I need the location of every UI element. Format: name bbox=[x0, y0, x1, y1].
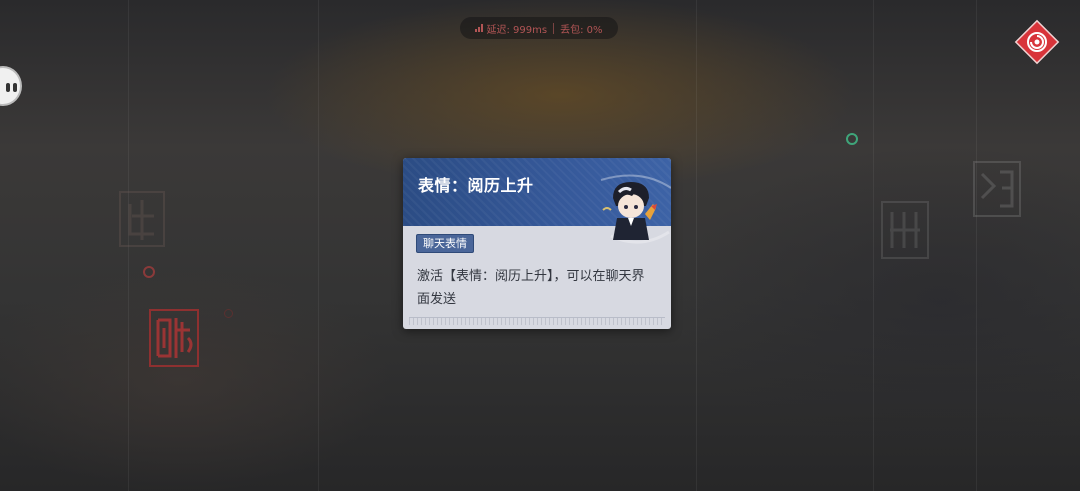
popup-description: 激活【表情：阅历上升】，可以在聊天界面发送 bbox=[417, 269, 645, 307]
background-line bbox=[318, 0, 319, 491]
popup-title: 表情：阅历上升 bbox=[418, 176, 534, 195]
map-marker-icon bbox=[224, 309, 233, 318]
red-seal bbox=[148, 308, 200, 368]
map-marker-icon[interactable] bbox=[143, 266, 155, 278]
spiral-emblem-icon bbox=[1014, 19, 1060, 65]
corner-menu-button[interactable] bbox=[1014, 19, 1060, 65]
faded-seal bbox=[118, 190, 166, 248]
status-divider bbox=[553, 22, 555, 34]
latency-readout: 延迟: 999ms bbox=[475, 21, 547, 36]
popup-category-tag: 聊天表情 bbox=[416, 234, 474, 253]
faded-seal bbox=[972, 160, 1022, 218]
item-unlock-popup[interactable]: 表情：阅历上升 聊天表情 激活【表情：阅历上升】，可以在聊天界面发送 bbox=[403, 158, 671, 329]
game-scene: 延迟: 999ms 丢包: 0% 表情：阅历上升 聊天表情 激活【表情：阅历上升… bbox=[0, 0, 1080, 491]
signal-strength-icon bbox=[475, 24, 484, 32]
latency-label: 延迟: 999ms bbox=[486, 24, 548, 36]
side-panel-handle[interactable] bbox=[0, 66, 22, 106]
popup-header: 表情：阅历上升 bbox=[403, 158, 671, 244]
background-line bbox=[976, 0, 977, 491]
chibi-character-emote-icon bbox=[600, 174, 671, 244]
map-marker-icon[interactable] bbox=[846, 133, 858, 145]
background-line bbox=[696, 0, 697, 491]
popup-footer-decoration bbox=[409, 317, 665, 325]
packet-loss-label: 丢包: 0% bbox=[560, 24, 603, 36]
background-line bbox=[873, 0, 874, 491]
faded-seal bbox=[880, 200, 930, 260]
eyes-icon bbox=[6, 83, 10, 92]
network-status-bar: 延迟: 999ms 丢包: 0% bbox=[460, 17, 618, 39]
